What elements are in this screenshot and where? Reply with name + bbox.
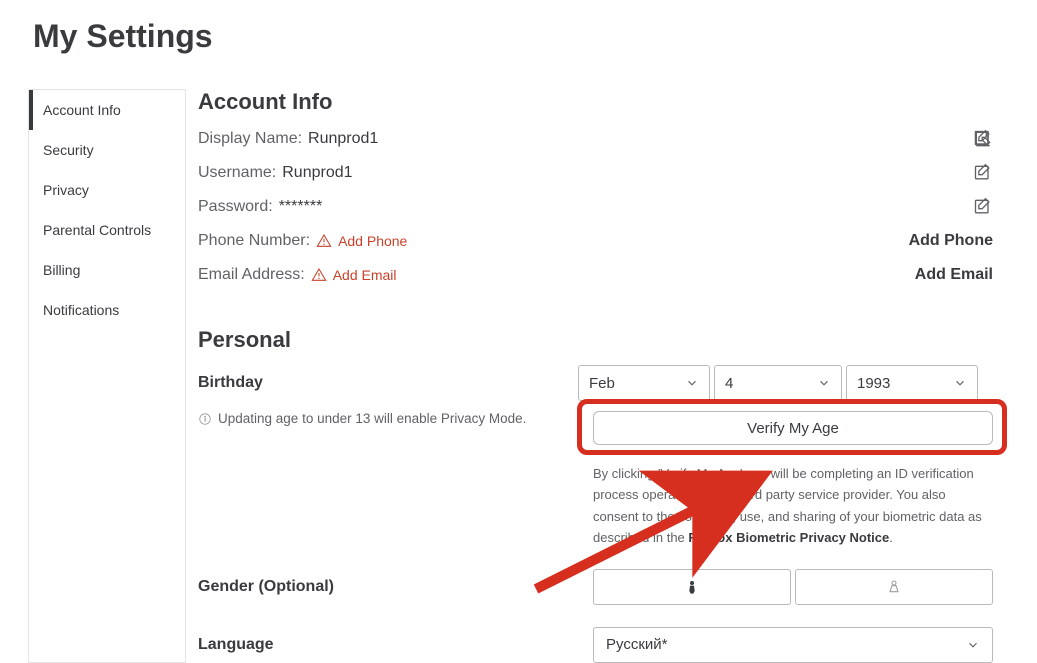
- gender-label: Gender (Optional): [198, 578, 334, 595]
- alert-triangle-icon: [311, 267, 327, 283]
- birthday-day-select[interactable]: 4: [714, 365, 842, 401]
- info-icon: [198, 412, 212, 426]
- password-row: Password: *******: [198, 195, 993, 219]
- phone-row: Phone Number: Add Phone Add Phone: [198, 229, 993, 253]
- email-row: Email Address: Add Email Add Email: [198, 263, 993, 287]
- birthday-label: Birthday: [198, 374, 263, 391]
- birthday-month-value: Feb: [589, 375, 615, 392]
- password-value: *******: [279, 198, 323, 216]
- page-title: My Settings: [0, 0, 1037, 55]
- phone-label: Phone Number:: [198, 232, 310, 250]
- edit-username-icon[interactable]: [973, 163, 993, 183]
- edit-display-name-icon[interactable]: [973, 129, 993, 149]
- add-email-action[interactable]: Add Email: [915, 266, 993, 284]
- verify-consent-text: By clicking 'Verify My Age' you will be …: [593, 463, 993, 549]
- verify-age-button[interactable]: Verify My Age: [593, 411, 993, 445]
- edit-password-icon[interactable]: [973, 197, 993, 217]
- alert-triangle-icon: [316, 233, 332, 249]
- birthday-year-value: 1993: [857, 375, 890, 392]
- display-name-row: Display Name: Runprod1: [198, 127, 993, 151]
- chevron-down-icon: [685, 376, 699, 390]
- consent-post: .: [889, 530, 893, 545]
- username-row: Username: Runprod1: [198, 161, 993, 185]
- age-note: Updating age to under 13 will enable Pri…: [218, 411, 526, 426]
- gender-female-button[interactable]: [795, 569, 993, 605]
- sidebar-item-security[interactable]: Security: [29, 130, 185, 170]
- add-phone-action[interactable]: Add Phone: [909, 232, 993, 250]
- chevron-down-icon: [817, 376, 831, 390]
- sidebar-item-notifications[interactable]: Notifications: [29, 290, 185, 330]
- female-icon: [886, 577, 902, 597]
- email-label: Email Address:: [198, 266, 305, 284]
- sidebar-item-billing[interactable]: Billing: [29, 250, 185, 290]
- settings-sidebar: Account Info Security Privacy Parental C…: [28, 89, 186, 663]
- language-label: Language: [198, 636, 274, 653]
- gender-male-button[interactable]: [593, 569, 791, 605]
- password-label: Password:: [198, 198, 273, 216]
- display-name-value: Runprod1: [308, 130, 378, 148]
- sidebar-item-privacy[interactable]: Privacy: [29, 170, 185, 210]
- verify-age-label: Verify My Age: [747, 420, 839, 437]
- birthday-day-value: 4: [725, 375, 733, 392]
- male-icon: [684, 577, 700, 597]
- birthday-month-select[interactable]: Feb: [578, 365, 710, 401]
- username-label: Username:: [198, 164, 276, 182]
- chevron-down-icon: [953, 376, 967, 390]
- sidebar-item-label: Account Info: [43, 102, 121, 118]
- username-value: Runprod1: [282, 164, 352, 182]
- sidebar-item-label: Security: [43, 142, 94, 158]
- sidebar-item-label: Privacy: [43, 182, 89, 198]
- main-content: Account Info Display Name: Runprod1 User…: [186, 89, 1037, 663]
- sidebar-item-label: Billing: [43, 262, 80, 278]
- biometric-privacy-link[interactable]: Roblox Biometric Privacy Notice: [688, 530, 889, 545]
- add-email-link[interactable]: Add Email: [333, 267, 397, 283]
- personal-heading: Personal: [198, 327, 993, 353]
- sidebar-item-account-info[interactable]: Account Info: [29, 90, 185, 130]
- add-phone-link[interactable]: Add Phone: [338, 233, 407, 249]
- sidebar-item-label: Parental Controls: [43, 222, 151, 238]
- sidebar-item-parental-controls[interactable]: Parental Controls: [29, 210, 185, 250]
- sidebar-item-label: Notifications: [43, 302, 119, 318]
- account-info-heading: Account Info: [198, 89, 993, 115]
- display-name-label: Display Name:: [198, 130, 302, 148]
- birthday-year-select[interactable]: 1993: [846, 365, 978, 401]
